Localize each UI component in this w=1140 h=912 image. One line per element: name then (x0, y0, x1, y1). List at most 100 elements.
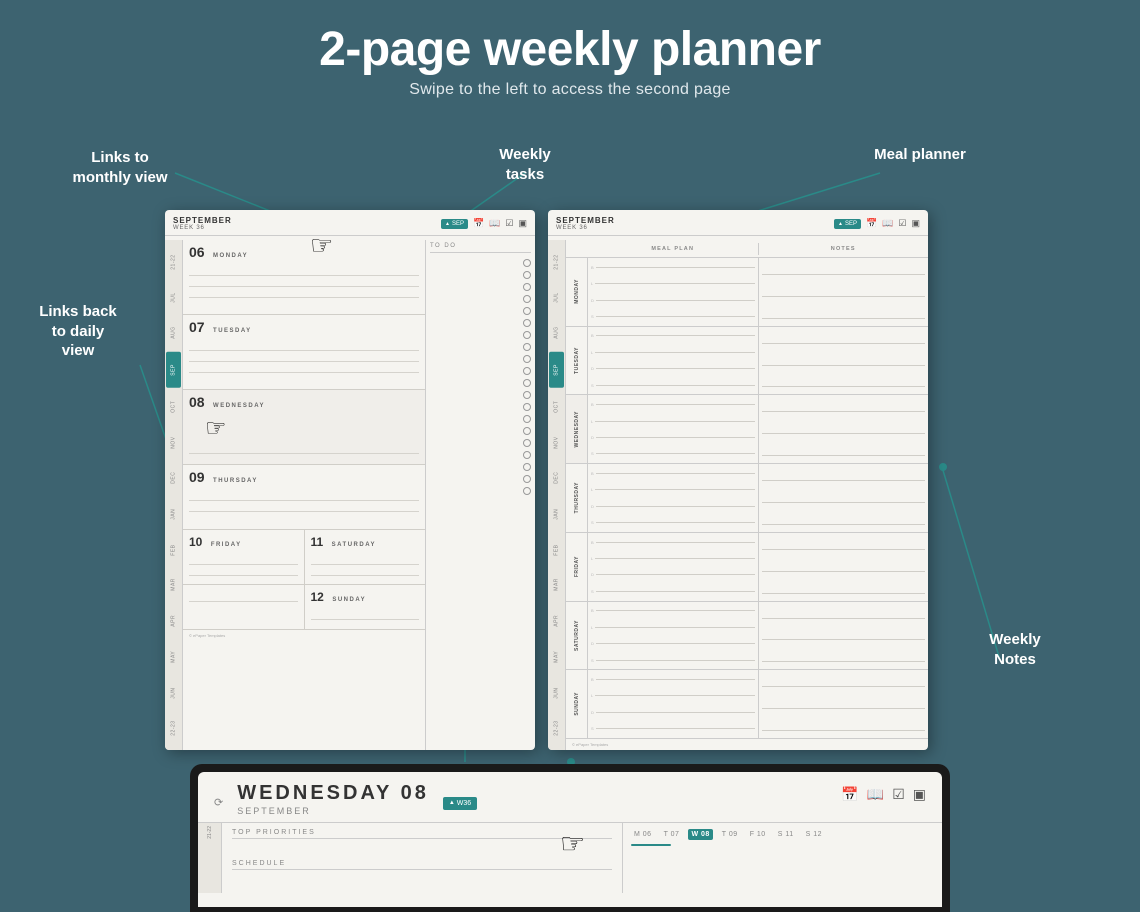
book-icon[interactable]: 📖 (489, 218, 500, 229)
right-tab-may[interactable]: MAY (548, 639, 565, 675)
right-tab-nov[interactable]: NOV (548, 425, 565, 461)
todo-item-15[interactable] (523, 427, 531, 435)
meal-slots-thu[interactable]: B L D S (588, 464, 759, 532)
nav-day-mon[interactable]: M 06 (631, 829, 655, 840)
todo-item-12[interactable] (523, 391, 531, 399)
right-checkbox-icon[interactable]: ☑ (898, 218, 906, 229)
calendar-icon[interactable]: 📅 (473, 218, 484, 229)
right-tab-sep[interactable]: SEP (549, 352, 564, 388)
right-tab-jan[interactable]: JAN (548, 496, 565, 532)
day-row-friday[interactable]: 10 FRIDAY (183, 530, 305, 584)
todo-item-1[interactable] (523, 259, 531, 267)
tab-jun[interactable]: JUN (165, 675, 182, 711)
right-tab-oct[interactable]: OCT (548, 389, 565, 425)
right-tab-mar[interactable]: MAR (548, 567, 565, 603)
todo-item-17[interactable] (523, 451, 531, 459)
right-book-icon[interactable]: 📖 (882, 218, 893, 229)
todo-item-7[interactable] (523, 331, 531, 339)
todo-item-9[interactable] (523, 355, 531, 363)
device-nav-days-row[interactable]: M 06 T 07 W 08 T 09 F 10 S 11 S 12 (631, 829, 934, 840)
meal-row-saturday: SATURDAY B L D S (566, 602, 928, 671)
todo-item-11[interactable] (523, 379, 531, 387)
meal-slots-mon[interactable]: B L D S (588, 258, 759, 326)
meal-slots-sun[interactable]: B L D S (588, 670, 759, 738)
tab-apr[interactable]: APR (165, 603, 182, 639)
device-book-icon[interactable]: 📖 (867, 786, 884, 803)
day-name-monday: MONDAY (213, 253, 248, 259)
nav-day-sat[interactable]: S 11 (775, 829, 797, 840)
right-layout-icon[interactable]: ▣ (911, 218, 920, 229)
nav-day-sun[interactable]: S 12 (803, 829, 825, 840)
todo-item-2[interactable] (523, 271, 531, 279)
meal-slots-fri[interactable]: B L D S (588, 533, 759, 601)
device-week-badge[interactable]: ▲ W36 (443, 797, 477, 810)
meal-slots-sat[interactable]: B L D S (588, 602, 759, 670)
todo-item-5[interactable] (523, 307, 531, 315)
day-row-saturday[interactable]: 11 SATURDAY (305, 530, 426, 584)
right-calendar-icon[interactable]: 📅 (866, 218, 877, 229)
todo-item-6[interactable] (523, 319, 531, 327)
day-row-tuesday[interactable]: 07 TUESDAY (183, 315, 425, 390)
right-tab-jun[interactable]: JUN (548, 675, 565, 711)
device-layout-icon[interactable]: ▣ (913, 786, 926, 803)
todo-item-3[interactable] (523, 283, 531, 291)
tab-jul[interactable]: JUL (165, 280, 182, 316)
device-calendar-icon[interactable]: 📅 (841, 786, 858, 803)
annotation-daily-view: Links backto dailyview (18, 302, 138, 361)
device-side-tabs[interactable]: 21-22 (198, 823, 222, 893)
todo-item-10[interactable] (523, 367, 531, 375)
tab-mar[interactable]: MAR (165, 567, 182, 603)
device-check-icon[interactable]: ☑ (892, 786, 905, 803)
notes-slots-sat[interactable] (759, 602, 929, 670)
tab-oct[interactable]: OCT (165, 389, 182, 425)
day-row-thursday[interactable]: 09 THURSDAY (183, 465, 425, 530)
notes-slots-tue[interactable] (759, 327, 929, 395)
right-sep-button[interactable]: SEP (834, 219, 861, 229)
tab-22-23[interactable]: 22-23 (165, 710, 182, 746)
notes-slots-wed[interactable] (759, 395, 929, 463)
todo-item-19[interactable] (523, 475, 531, 483)
tab-jan[interactable]: JAN (165, 496, 182, 532)
left-sep-button[interactable]: SEP (441, 219, 468, 229)
right-tab-feb[interactable]: FEB (548, 532, 565, 568)
meal-day-label-sun: SUNDAY (566, 670, 588, 738)
device-top-priorities-label: TOP PRIORITIES (232, 829, 612, 839)
right-tab-dec[interactable]: DEC (548, 460, 565, 496)
day-row-wednesday[interactable]: 08 WEDNESDAY ☞ (183, 390, 425, 465)
right-tab-jul[interactable]: JUL (548, 280, 565, 316)
right-tab-21-22[interactable]: 21-22 (548, 244, 565, 280)
notes-slots-mon[interactable] (759, 258, 929, 326)
tab-feb[interactable]: FEB (165, 532, 182, 568)
notes-slots-sun[interactable] (759, 670, 929, 738)
right-tab-aug[interactable]: AUG (548, 315, 565, 351)
left-side-tabs[interactable]: 21-22 JUL AUG SEP OCT NOV DEC JAN FEB MA… (165, 240, 183, 750)
tab-dec[interactable]: DEC (165, 460, 182, 496)
tab-aug[interactable]: AUG (165, 315, 182, 351)
right-tab-apr[interactable]: APR (548, 603, 565, 639)
todo-item-13[interactable] (523, 403, 531, 411)
todo-item-20[interactable] (523, 487, 531, 495)
todo-item-18[interactable] (523, 463, 531, 471)
tab-sep[interactable]: SEP (166, 352, 181, 388)
day-row-monday[interactable]: 06 MONDAY (183, 240, 425, 315)
notes-slots-thu[interactable] (759, 464, 929, 532)
todo-item-8[interactable] (523, 343, 531, 351)
meal-slots-wed[interactable]: B L D S (588, 395, 759, 463)
layout-icon[interactable]: ▣ (518, 218, 527, 229)
todo-item-14[interactable] (523, 415, 531, 423)
nav-day-fri[interactable]: F 10 (747, 829, 769, 840)
nav-day-wed[interactable]: W 08 (688, 829, 712, 840)
right-side-tabs[interactable]: 21-22 JUL AUG SEP OCT NOV DEC JAN FEB MA… (548, 240, 566, 750)
tab-21-22[interactable]: 21-22 (165, 244, 182, 280)
right-tab-22-23[interactable]: 22-23 (548, 710, 565, 746)
nav-day-tue[interactable]: T 07 (661, 829, 683, 840)
day-row-sunday[interactable]: 12 SUNDAY (305, 585, 426, 630)
nav-day-thu[interactable]: T 09 (719, 829, 741, 840)
todo-item-4[interactable] (523, 295, 531, 303)
notes-slots-fri[interactable] (759, 533, 929, 601)
meal-slots-tue[interactable]: B L D S (588, 327, 759, 395)
tab-may[interactable]: MAY (165, 639, 182, 675)
tab-nov[interactable]: NOV (165, 425, 182, 461)
todo-item-16[interactable] (523, 439, 531, 447)
checkbox-icon[interactable]: ☑ (505, 218, 513, 229)
